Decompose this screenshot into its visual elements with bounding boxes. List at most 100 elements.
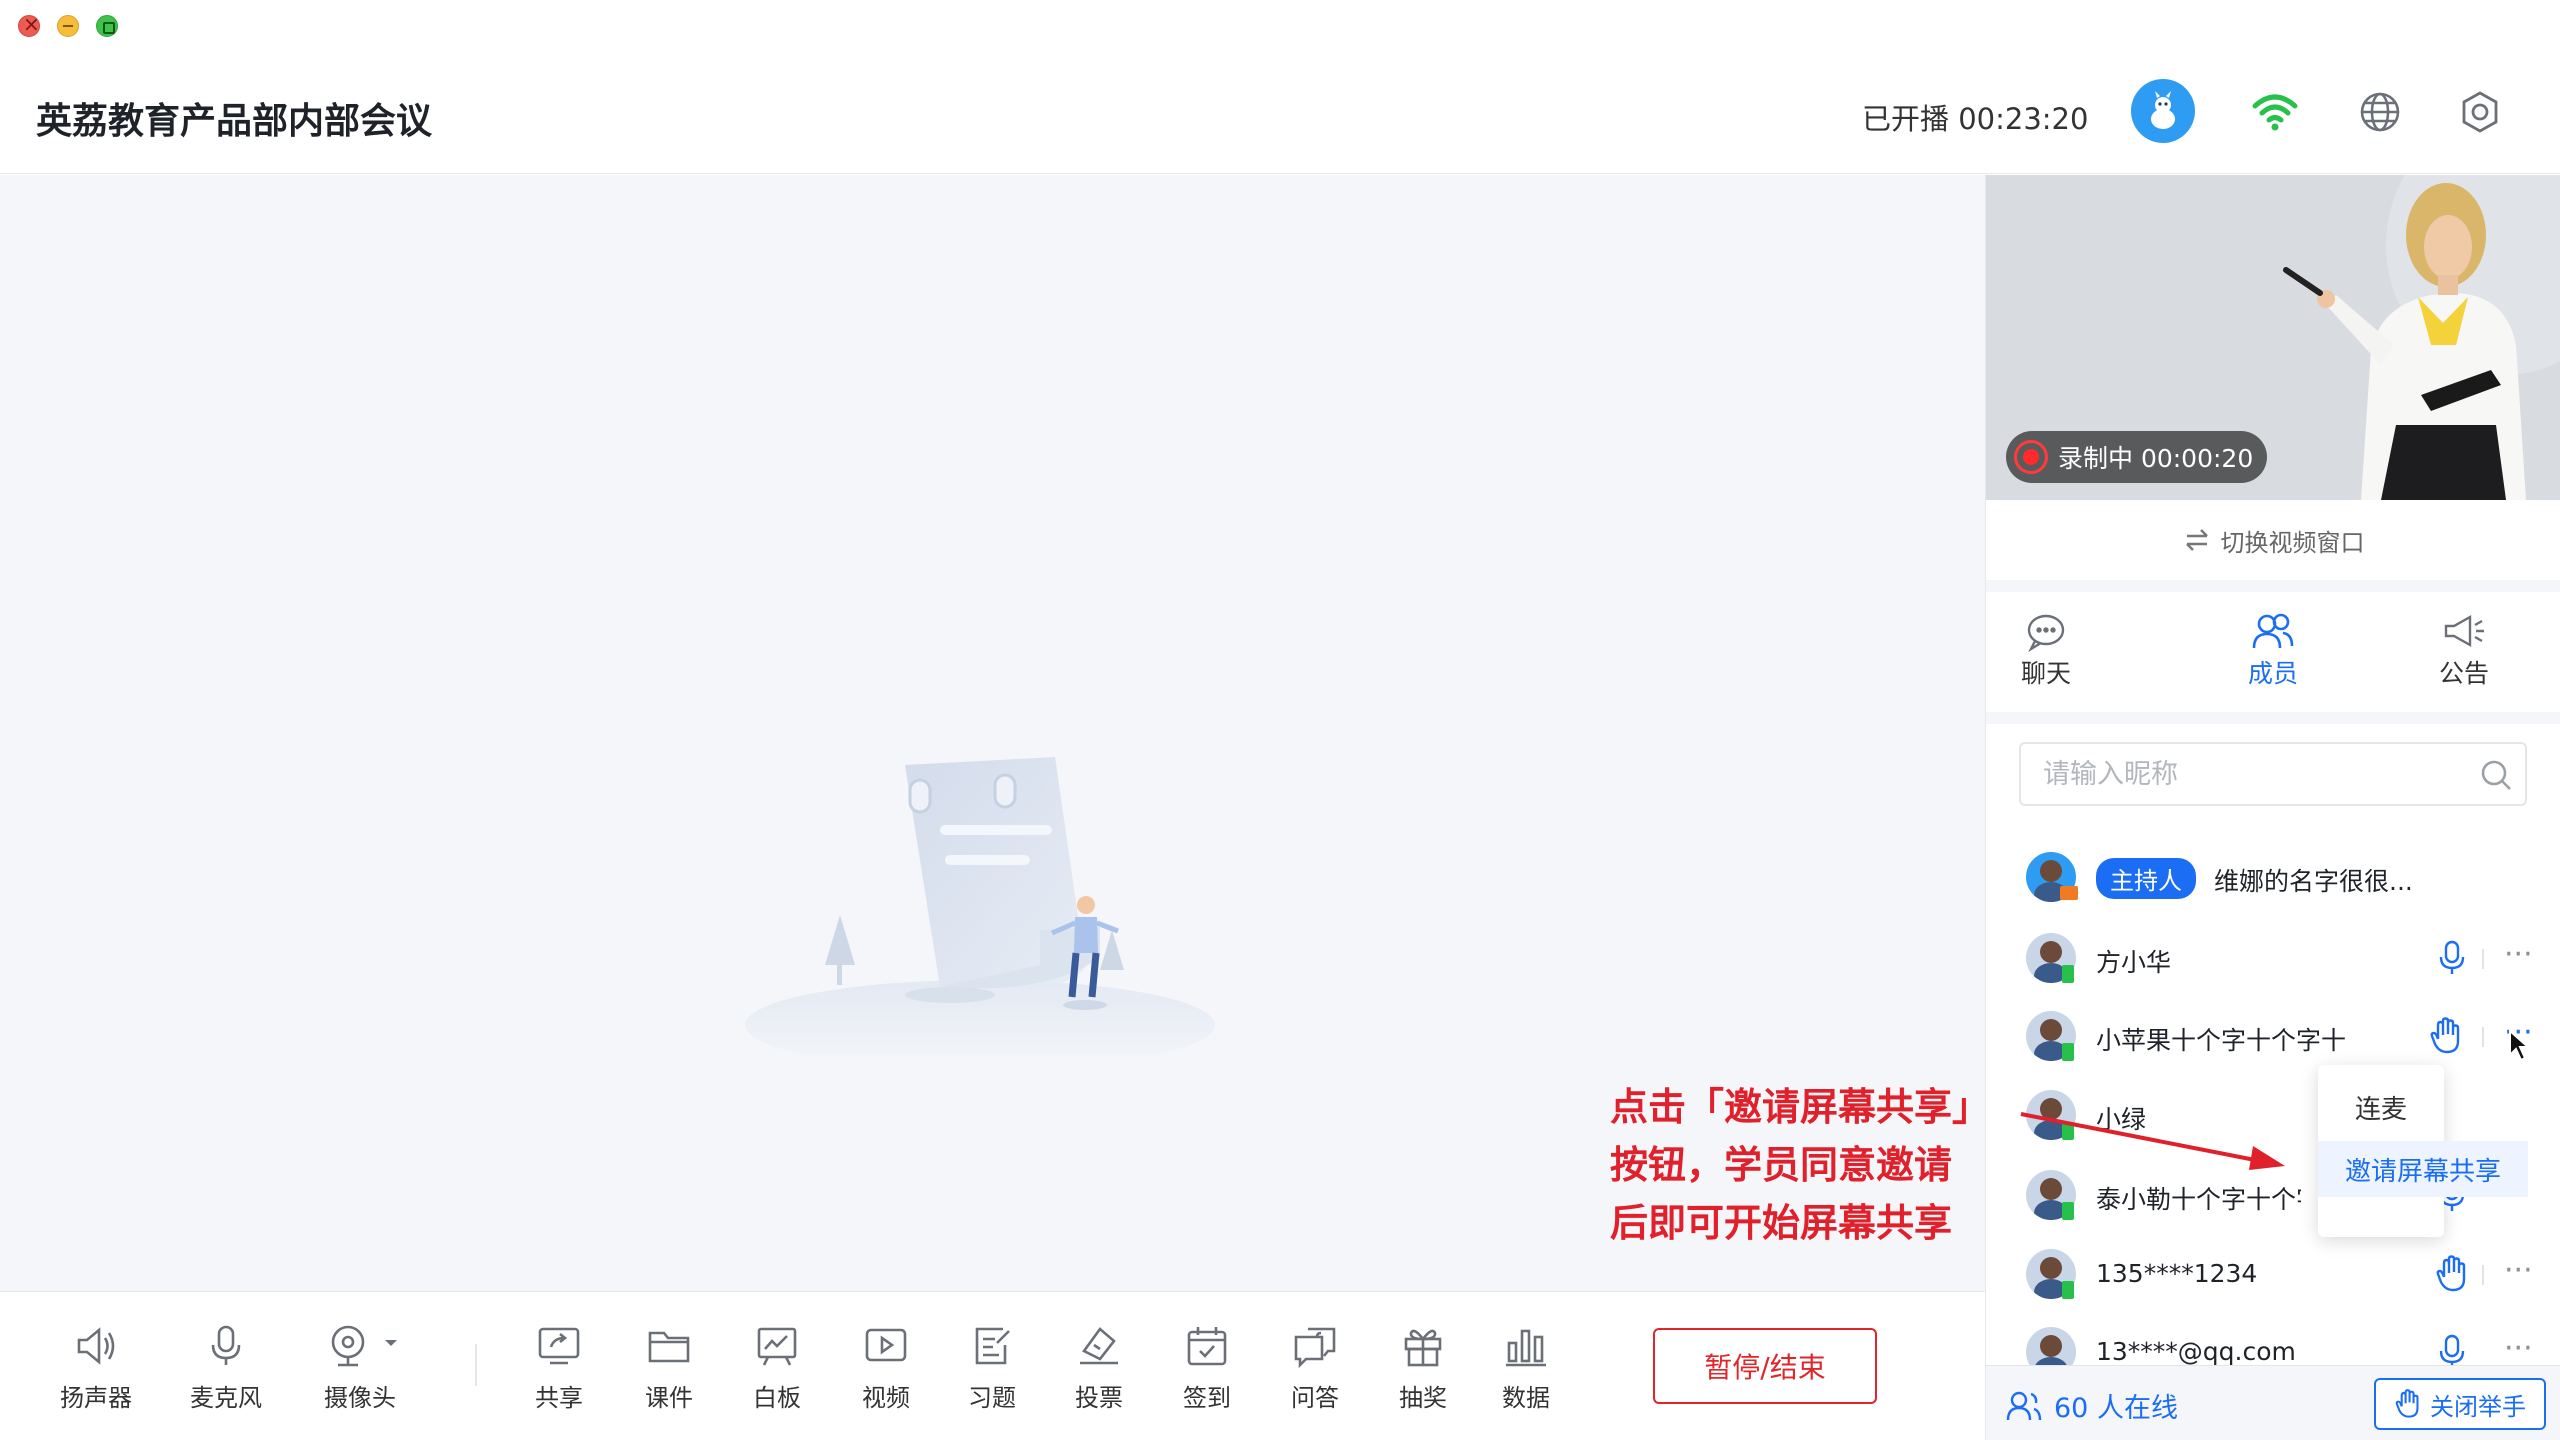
search-icon[interactable] bbox=[2479, 758, 2513, 796]
gift-icon bbox=[1373, 1320, 1473, 1372]
signal-icon bbox=[2062, 1281, 2074, 1299]
window-controls bbox=[18, 12, 118, 37]
member-row[interactable]: 135****1234 ··· bbox=[1986, 1239, 2560, 1309]
users-icon bbox=[2006, 1391, 2042, 1420]
member-action-menu: 连麦 邀请屏幕共享 bbox=[2318, 1065, 2528, 1237]
toolbar-divider bbox=[475, 1344, 477, 1386]
switch-video-label: 切换视频窗口 bbox=[2220, 528, 2365, 557]
pause-end-button[interactable]: 暂停/结束 bbox=[1653, 1328, 1877, 1404]
menu-item-mic-link[interactable]: 连麦 bbox=[2318, 1079, 2444, 1135]
host-row[interactable]: 主持人 维娜的名字很很... bbox=[1986, 842, 2560, 912]
question-icon bbox=[1265, 1320, 1365, 1372]
lottery-label: 抽奖 bbox=[1399, 1384, 1447, 1412]
megaphone-icon bbox=[2404, 610, 2524, 654]
side-footer: 60 人在线 关闭举手 bbox=[1986, 1365, 2560, 1440]
annotation-line-2: 按钮，学员同意邀请 bbox=[1610, 1143, 1953, 1187]
exercise-label: 习题 bbox=[968, 1384, 1016, 1412]
qa-button[interactable]: 问答 bbox=[1265, 1320, 1365, 1413]
close-window-button[interactable] bbox=[18, 12, 40, 37]
camera-icon bbox=[310, 1320, 410, 1372]
speaker-button[interactable]: 扬声器 bbox=[46, 1320, 146, 1413]
raised-hand-icon[interactable] bbox=[2426, 1013, 2466, 1059]
microphone-icon[interactable] bbox=[2432, 935, 2472, 981]
member-name: 小苹果十个字十个字十 bbox=[2096, 1026, 2347, 1055]
tutorial-annotation: 点击「邀请屏幕共享」 按钮，学员同意邀请 后即可开始屏幕共享 bbox=[1610, 1078, 1990, 1252]
vote-label: 投票 bbox=[1075, 1384, 1123, 1412]
header: 英荔教育产品部内部会议 已开播 00:23:20 bbox=[0, 50, 2560, 174]
calendar-check-icon bbox=[1157, 1320, 1257, 1372]
member-row[interactable]: 小苹果十个字十个字十 ··· bbox=[1986, 1001, 2560, 1071]
tab-members[interactable]: 成员 bbox=[2213, 610, 2333, 690]
member-name: 泰小勒十个字十个字十 bbox=[2096, 1185, 2301, 1214]
folder-icon bbox=[619, 1320, 719, 1372]
raised-hand-icon[interactable] bbox=[2432, 1251, 2472, 1297]
teacher-video[interactable]: 录制中 00:00:20 bbox=[1986, 175, 2560, 500]
action-divider bbox=[2482, 949, 2484, 969]
video-button[interactable]: 视频 bbox=[836, 1320, 936, 1413]
whiteboard-icon bbox=[727, 1320, 827, 1372]
chat-icon bbox=[1986, 610, 2106, 654]
recording-badge: 录制中 00:00:20 bbox=[2006, 431, 2268, 483]
more-icon[interactable]: ··· bbox=[2504, 937, 2533, 972]
microphone-icon[interactable] bbox=[2432, 1329, 2472, 1365]
recording-time: 录制中 00:00:20 bbox=[2058, 444, 2254, 473]
microphone-icon bbox=[176, 1320, 276, 1372]
exercise-icon bbox=[942, 1320, 1042, 1372]
member-row[interactable]: 方小华 ··· bbox=[1986, 923, 2560, 993]
microphone-button[interactable]: 麦克风 bbox=[176, 1320, 276, 1413]
speaker-icon bbox=[46, 1320, 146, 1372]
annotation-line-1: 点击「邀请屏幕共享」 bbox=[1610, 1085, 1991, 1129]
signal-icon bbox=[2062, 1043, 2074, 1061]
annotation-line-3: 后即可开始屏幕共享 bbox=[1610, 1201, 1953, 1245]
tab-notice[interactable]: 公告 bbox=[2404, 610, 2524, 690]
live-status: 已开播 00:23:20 bbox=[1862, 102, 2089, 136]
switch-video-button[interactable]: 切换视频窗口 bbox=[1986, 500, 2560, 592]
whiteboard-label: 白板 bbox=[753, 1384, 801, 1412]
action-divider bbox=[2482, 1265, 2484, 1285]
globe-icon[interactable] bbox=[2352, 84, 2408, 140]
host-tag: 主持人 bbox=[2096, 858, 2196, 899]
settings-icon[interactable] bbox=[2452, 84, 2508, 140]
user-avatar[interactable] bbox=[2131, 79, 2195, 143]
meeting-title: 英荔教育产品部内部会议 bbox=[36, 101, 433, 142]
screen-share-icon bbox=[2060, 886, 2078, 900]
close-hands-label: 关闭举手 bbox=[2430, 1392, 2526, 1421]
annotation-arrow bbox=[2020, 1112, 2285, 1170]
online-count: 60 人在线 bbox=[2006, 1386, 2178, 1425]
member-row[interactable]: 13****@qq.com ··· bbox=[1986, 1317, 2560, 1365]
exercise-button[interactable]: 习题 bbox=[942, 1320, 1042, 1413]
member-name: 135****1234 bbox=[2096, 1259, 2258, 1288]
close-hands-button[interactable]: 关闭举手 bbox=[2374, 1378, 2546, 1430]
share-button[interactable]: 共享 bbox=[509, 1320, 609, 1413]
courseware-label: 课件 bbox=[645, 1384, 693, 1412]
whiteboard-button[interactable]: 白板 bbox=[727, 1320, 827, 1413]
qa-label: 问答 bbox=[1291, 1384, 1339, 1412]
camera-label: 摄像头 bbox=[324, 1384, 396, 1412]
member-name: 方小华 bbox=[2096, 948, 2172, 977]
more-icon[interactable]: ··· bbox=[2504, 1331, 2533, 1365]
data-label: 数据 bbox=[1502, 1384, 1550, 1412]
wifi-icon[interactable] bbox=[2247, 84, 2303, 140]
tab-members-label: 成员 bbox=[2247, 659, 2298, 688]
lottery-button[interactable]: 抽奖 bbox=[1373, 1320, 1473, 1413]
share-label: 共享 bbox=[535, 1384, 583, 1412]
microphone-label: 麦克风 bbox=[190, 1384, 262, 1412]
courseware-button[interactable]: 课件 bbox=[619, 1320, 719, 1413]
maximize-window-button[interactable] bbox=[96, 15, 118, 37]
app-window: 英荔教育产品部内部会议 已开播 00:23:20 bbox=[0, 0, 2560, 1440]
camera-button[interactable]: 摄像头 bbox=[310, 1320, 410, 1413]
tab-chat[interactable]: 聊天 bbox=[1986, 610, 2106, 690]
nickname-search-input[interactable] bbox=[2021, 744, 2451, 804]
menu-item-invite-share[interactable]: 邀请屏幕共享 bbox=[2318, 1141, 2528, 1197]
more-icon[interactable]: ··· bbox=[2504, 1253, 2533, 1288]
bottom-toolbar: 扬声器 麦克风 摄像头 共享 课件 白板 视频 习题 投票 签到 问答 抽奖 数… bbox=[0, 1291, 1985, 1440]
checkin-button[interactable]: 签到 bbox=[1157, 1320, 1257, 1413]
minimize-window-button[interactable] bbox=[57, 15, 79, 37]
vote-button[interactable]: 投票 bbox=[1049, 1320, 1149, 1413]
host-name: 维娜的名字很很... bbox=[2214, 867, 2413, 896]
mouse-cursor-icon bbox=[2509, 1029, 2530, 1062]
video-label: 视频 bbox=[862, 1384, 910, 1412]
side-tabs: 聊天 成员 公告 bbox=[1986, 592, 2560, 724]
data-button[interactable]: 数据 bbox=[1476, 1320, 1576, 1413]
swap-icon bbox=[2185, 529, 2208, 551]
